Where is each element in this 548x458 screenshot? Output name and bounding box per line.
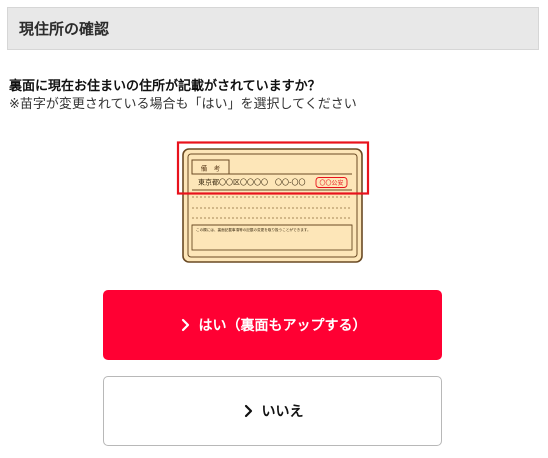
confirm-address-page: 現住所の確認 裏面に現在お住まいの住所が記載がされていますか？ ※苗字が変更され… xyxy=(0,0,548,458)
question-text: 裏面に現在お住まいの住所が記載がされていますか？ xyxy=(9,79,321,94)
card-footer-text: この欄には、裏面記載事項等の記載の変更を取り扱うことができます。 xyxy=(196,227,311,232)
yes-button[interactable]: はい（裏面もアップする） xyxy=(103,290,442,360)
license-back-illustration: 備 考 東京都〇〇区〇〇〇〇 〇〇-〇〇 〇〇公安 この欄には、裏面記載事項等の… xyxy=(176,141,372,265)
card-stamp-text: 〇〇公安 xyxy=(319,179,343,187)
card-remarks-label: 備 考 xyxy=(201,164,221,173)
no-button-label: いいえ xyxy=(261,404,304,420)
chevron-right-icon xyxy=(242,404,256,418)
no-button[interactable]: いいえ xyxy=(103,376,442,446)
yes-button-label: はい（裏面もアップする） xyxy=(198,318,367,334)
card-address-text: 東京都〇〇区〇〇〇〇 〇〇-〇〇 xyxy=(198,178,306,187)
note-text: ※苗字が変更されている場合も「はい」を選択してください xyxy=(9,97,357,112)
page-title: 現住所の確認 xyxy=(19,20,110,38)
chevron-right-icon xyxy=(179,318,193,332)
section-header: 現住所の確認 xyxy=(7,7,539,50)
